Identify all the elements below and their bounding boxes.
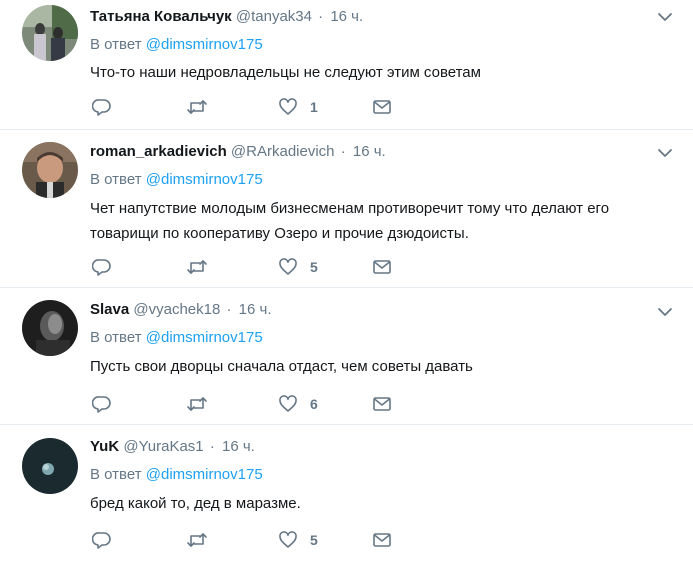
reply-icon <box>92 259 111 276</box>
like-count: 5 <box>310 532 318 548</box>
chevron-down-icon[interactable] <box>656 144 674 162</box>
tweet-text: Что-то наши недровладельцы не следуют эт… <box>90 64 481 81</box>
tweet-header: Slava @vyachek18 · 16 ч. <box>90 300 272 320</box>
separator-dot: · <box>318 8 324 25</box>
avatar[interactable] <box>22 300 78 356</box>
tweet[interactable]: roman_arkadievich @RArkadievich · 16 ч. … <box>0 130 693 288</box>
author-name[interactable]: Slava <box>90 301 129 318</box>
reply-context: В ответ @dimsmirnov175 <box>90 170 263 190</box>
like-icon <box>279 531 297 548</box>
reply-prefix: В ответ <box>90 36 142 53</box>
like-button[interactable]: 5 <box>278 529 318 551</box>
retweet-button[interactable] <box>186 256 208 278</box>
reply-prefix: В ответ <box>90 329 142 346</box>
like-button[interactable]: 1 <box>278 96 318 118</box>
reply-mention-link[interactable]: @dimsmirnov175 <box>146 466 263 483</box>
reply-icon <box>92 396 111 413</box>
reply-mention-link[interactable]: @dimsmirnov175 <box>146 171 263 188</box>
direct-message-button[interactable] <box>372 529 392 551</box>
retweet-icon <box>187 533 207 547</box>
author-name[interactable]: Татьяна Ковальчук <box>90 8 232 25</box>
retweet-icon <box>187 100 207 114</box>
tweet-text: Чет напутствие молодым бизнесменам проти… <box>90 200 610 242</box>
timestamp[interactable]: 16 ч. <box>222 438 255 455</box>
reply-button[interactable] <box>92 529 112 551</box>
reply-mention-link[interactable]: @dimsmirnov175 <box>146 329 263 346</box>
like-count: 1 <box>310 99 318 115</box>
reply-context: В ответ @dimsmirnov175 <box>90 35 263 55</box>
author-handle[interactable]: @YuraKas1 <box>123 438 203 455</box>
message-icon <box>373 260 391 274</box>
timestamp[interactable]: 16 ч. <box>330 8 363 25</box>
reply-icon <box>92 532 111 549</box>
author-handle[interactable]: @vyachek18 <box>133 301 220 318</box>
author-name[interactable]: roman_arkadievich <box>90 143 227 160</box>
like-button[interactable]: 6 <box>278 393 318 415</box>
reply-prefix: В ответ <box>90 171 142 188</box>
chevron-down-icon[interactable] <box>656 303 674 321</box>
separator-dot: · <box>226 301 232 318</box>
like-icon <box>279 395 297 412</box>
like-icon <box>279 258 297 275</box>
like-count: 5 <box>310 259 318 275</box>
reply-prefix: В ответ <box>90 466 142 483</box>
retweet-button[interactable] <box>186 96 208 118</box>
like-icon <box>279 98 297 115</box>
tweet-text: Пусть свои дворцы сначала отдаст, чем со… <box>90 358 473 375</box>
tweet-header: YuK @YuraKas1 · 16 ч. <box>90 437 255 457</box>
author-handle[interactable]: @tanyak34 <box>236 8 312 25</box>
tweet-actions: 5 <box>90 529 400 551</box>
tweet-header: Татьяна Ковальчук @tanyak34 · 16 ч. <box>90 7 363 27</box>
reply-context: В ответ @dimsmirnov175 <box>90 328 263 348</box>
message-icon <box>373 397 391 411</box>
replies-timeline: Татьяна Ковальчук @tanyak34 · 16 ч. В от… <box>0 0 693 567</box>
tweet[interactable]: Татьяна Ковальчук @tanyak34 · 16 ч. В от… <box>0 0 693 130</box>
reply-context: В ответ @dimsmirnov175 <box>90 465 263 485</box>
timestamp[interactable]: 16 ч. <box>353 143 386 160</box>
avatar[interactable] <box>22 142 78 198</box>
tweet-actions: 1 <box>90 96 400 118</box>
tweet-text: бред какой то, дед в маразме. <box>90 495 301 512</box>
tweet-actions: 5 <box>90 256 400 278</box>
retweet-icon <box>187 397 207 411</box>
like-count: 6 <box>310 396 318 412</box>
author-name[interactable]: YuK <box>90 438 119 455</box>
message-icon <box>373 533 391 547</box>
tweet[interactable]: Slava @vyachek18 · 16 ч. В ответ @dimsmi… <box>0 288 693 425</box>
message-icon <box>373 100 391 114</box>
author-handle[interactable]: @RArkadievich <box>231 143 335 160</box>
reply-icon <box>92 99 111 116</box>
like-button[interactable]: 5 <box>278 256 318 278</box>
retweet-button[interactable] <box>186 529 208 551</box>
timestamp[interactable]: 16 ч. <box>239 301 272 318</box>
direct-message-button[interactable] <box>372 256 392 278</box>
avatar[interactable] <box>22 5 78 61</box>
direct-message-button[interactable] <box>372 393 392 415</box>
direct-message-button[interactable] <box>372 96 392 118</box>
chevron-down-icon[interactable] <box>656 8 674 26</box>
separator-dot: · <box>340 143 346 160</box>
separator-dot: · <box>209 438 215 455</box>
reply-button[interactable] <box>92 96 112 118</box>
avatar[interactable] <box>22 438 78 494</box>
reply-mention-link[interactable]: @dimsmirnov175 <box>146 36 263 53</box>
retweet-icon <box>187 260 207 274</box>
tweet[interactable]: YuK @YuraKas1 · 16 ч. В ответ @dimsmirno… <box>0 425 693 567</box>
tweet-header: roman_arkadievich @RArkadievich · 16 ч. <box>90 142 386 162</box>
retweet-button[interactable] <box>186 393 208 415</box>
reply-button[interactable] <box>92 393 112 415</box>
reply-button[interactable] <box>92 256 112 278</box>
tweet-actions: 6 <box>90 393 400 415</box>
